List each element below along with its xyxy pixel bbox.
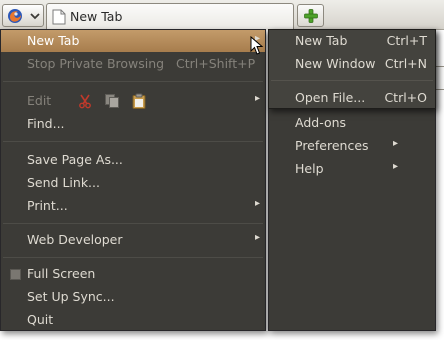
menu-item-set-up-sync[interactable]: Set Up Sync... [1,286,265,308]
chevron-down-icon [30,13,40,20]
firefox-menu-button[interactable] [2,4,44,27]
menu-item-add-ons[interactable]: Add-ons [269,112,435,134]
menu-item-label: New Window [295,56,376,71]
menu-item-new-tab[interactable]: New Tab ▸ [1,30,265,52]
menu-item-send-link[interactable]: Send Link... [1,172,265,194]
clipboard-icon[interactable] [131,93,147,109]
copy-icon[interactable] [104,93,120,109]
menu-item-accelerator: Ctrl+Shift+P [176,56,256,71]
menu-separator [3,81,263,82]
menu-item-label: Stop Private Browsing [27,56,165,71]
menu-item-label: Full Screen [27,266,96,281]
new-tab-submenu: New Tab Ctrl+T New Window Ctrl+N Open Fi… [268,29,436,109]
chevron-right-icon: ▸ [255,93,261,104]
mouse-cursor-icon [250,36,264,55]
menu-item-label: Find... [27,116,65,131]
menu-item-full-screen[interactable]: Full Screen [1,263,265,285]
tab-strip: New Tab [0,0,444,30]
menu-item-web-developer[interactable]: Web Developer ▸ [1,229,265,251]
menu-separator [271,80,433,81]
scissors-icon[interactable] [77,93,93,109]
menu-item-preferences[interactable]: Preferences ▸ [269,135,435,157]
menu-item-accelerator: Ctrl+T [386,33,427,48]
checkbox-icon[interactable] [10,269,21,280]
menu-item-label: Add-ons [295,115,347,130]
menu-item-label: Print... [27,198,68,213]
menu-item-label: Open File... [295,90,366,105]
menu-separator [3,141,263,142]
menu-item-label: Web Developer [27,232,123,247]
chevron-right-icon: ▸ [393,161,399,172]
menu-item-save-page-as[interactable]: Save Page As... [1,149,265,171]
menu-item-print[interactable]: Print... ▸ [1,195,265,217]
menu-item-label: Help [295,161,324,176]
tab-new-tab[interactable]: New Tab [46,3,294,30]
menu-item-label: New Tab [295,33,348,48]
menu-item-label: Edit [27,93,52,108]
submenu-item-new-window[interactable]: New Window Ctrl+N [269,53,435,75]
menu-item-accelerator: Ctrl+O [384,90,427,105]
menu-item-edit[interactable]: Edit ▸ [1,90,265,112]
submenu-item-new-tab[interactable]: New Tab Ctrl+T [269,30,435,52]
menu-item-label: Set Up Sync... [27,289,115,304]
chevron-right-icon: ▸ [255,198,261,209]
menu-item-label: Save Page As... [27,152,123,167]
plus-icon [304,9,318,23]
submenu-item-open-file[interactable]: Open File... Ctrl+O [269,87,435,109]
menu-item-quit[interactable]: Quit [1,309,265,331]
menu-item-label: Preferences [295,138,369,153]
menu-item-help[interactable]: Help ▸ [269,158,435,180]
chevron-right-icon: ▸ [393,138,399,149]
new-tab-button[interactable] [297,4,324,27]
menu-item-find[interactable]: Find... [1,113,265,135]
menu-item-label: New Tab [27,33,80,48]
menu-item-stop-private-browsing[interactable]: Stop Private Browsing Ctrl+Shift+P [1,53,265,75]
tab-label: New Tab [70,9,123,24]
page-icon [52,9,66,25]
menu-item-accelerator: Ctrl+N [384,56,427,71]
menu-item-label: Send Link... [27,175,100,190]
chevron-right-icon: ▸ [255,232,261,243]
firefox-icon [8,9,22,23]
menu-item-label: Quit [27,312,54,327]
app-menu: New Tab ▸ Stop Private Browsing Ctrl+Shi… [0,29,266,331]
menu-separator [3,257,263,258]
menu-separator [3,223,263,224]
